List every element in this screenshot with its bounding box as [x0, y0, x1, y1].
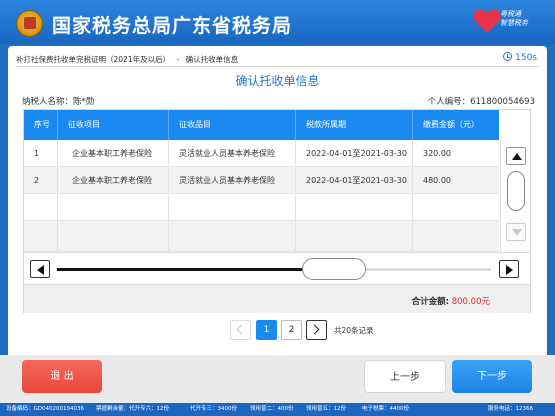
collection-table: 序号 征收项目 征收品目 税款所属期 缴费金额（元） 1 企业基本职工养老保险 … — [23, 109, 531, 313]
e-ticket: 电子税票：4400份 — [362, 406, 409, 412]
total-row: 合计金额: 800.00元 — [24, 284, 530, 313]
app-header: 国家税务总局广东省税务局 粤税通 智慧税务 — [0, 0, 555, 44]
column-header: 缴费金额（元） — [423, 120, 479, 129]
taxpayer-info: 纳税人名称：陈*勋 — [22, 95, 94, 107]
action-bar: 退 出 上一步 下一步 — [0, 355, 555, 403]
taxpayer-name: 陈*勋 — [73, 97, 95, 107]
cell-category: 灵活就业人员基本养老保险 — [169, 167, 296, 194]
header-divider — [16, 66, 539, 67]
personal-number-label: 个人编号： — [427, 97, 471, 107]
scroll-left-button[interactable] — [30, 260, 50, 278]
page-button-2[interactable]: 2 — [281, 320, 302, 340]
scroll-down-button[interactable] — [506, 223, 526, 241]
total-label: 合计金额: — [411, 297, 450, 307]
countdown-value: 150s — [515, 53, 537, 63]
column-header: 征收项目 — [58, 110, 169, 140]
prev-page-button[interactable] — [230, 320, 251, 340]
table-row[interactable]: 2 企业基本职工养老保险 灵活就业人员基本养老保险 2022-04-01至202… — [24, 167, 499, 194]
column-header: 征收品目 — [169, 110, 296, 140]
record-count: 共20条记录 — [334, 326, 374, 335]
arrow-up-icon — [512, 153, 522, 160]
cell-item: 企业基本职工养老保险 — [58, 167, 169, 194]
clock-icon — [503, 52, 513, 61]
table-row[interactable]: 1 企业基本职工养老保险 灵活就业人员基本养老保险 2022-04-01至202… — [24, 140, 499, 167]
cell-item: 企业基本职工养老保险 — [58, 140, 169, 167]
horizontal-scroll-track[interactable] — [57, 268, 491, 271]
arrow-down-icon — [512, 229, 522, 236]
chevron-left-icon — [236, 324, 247, 335]
logo-text-line2: 智慧税务 — [500, 19, 528, 27]
ticket-special-3: 代开专三：3400份 — [190, 406, 237, 412]
pagination: 1 2 共20条记录 — [8, 320, 547, 342]
heart-logo-icon — [474, 10, 500, 34]
cell-index: 1 — [24, 140, 58, 167]
column-header: 序号 — [24, 110, 58, 140]
ticket-normal-2: 领用普二：400份 — [250, 406, 294, 412]
next-page-button[interactable] — [306, 320, 327, 340]
cell-category: 灵活就业人员基本养老保险 — [169, 140, 296, 167]
column-header: 税款所属期 — [296, 110, 413, 140]
logo-text-line1: 粤税通 — [500, 10, 521, 18]
service-phone: 服务电话：12366 — [488, 406, 533, 412]
exit-button[interactable]: 退 出 — [22, 360, 102, 393]
ticket-normal-5: 领用普五：12份 — [306, 406, 346, 412]
previous-step-button[interactable]: 上一步 — [364, 360, 446, 393]
page-button-1[interactable]: 1 — [256, 320, 277, 340]
chevron-right-icon — [309, 324, 320, 335]
table-row-empty — [24, 194, 499, 221]
horizontal-scroll-progress — [57, 268, 335, 271]
page-title: 确认托收单信息 — [235, 74, 320, 88]
breadcrumb-service: 补打社保费托收单完税证明（2021年及以后） — [16, 55, 171, 64]
scroll-right-button[interactable] — [499, 260, 519, 278]
breadcrumb: 补打社保费托收单完税证明（2021年及以后） - 确认托收单信息 — [16, 54, 238, 65]
ticket-remaining: 票据剩余量：代开专六：12份 — [96, 406, 169, 412]
taxpayer-label: 纳税人名称： — [22, 97, 74, 107]
arrow-right-icon — [506, 265, 513, 275]
horizontal-scroll-thumb[interactable] — [302, 258, 366, 280]
table-header: 序号 征收项目 征收品目 税款所属期 缴费金额（元） — [24, 110, 499, 140]
brand-logo: 粤税通 智慧税务 — [474, 8, 544, 38]
cell-amount: 320.00 — [423, 149, 451, 158]
main-panel: 补打社保费托收单完税证明（2021年及以后） - 确认托收单信息 150s 确认… — [8, 46, 547, 364]
personal-number-info: 个人编号：611800054693 — [428, 95, 535, 107]
cell-period: 2022-04-01至2021-03-30 — [296, 167, 413, 194]
app-title: 国家税务总局广东省税务局 — [52, 15, 293, 37]
countdown-timer: 150s — [503, 52, 537, 63]
total-unit: 元 — [481, 297, 490, 307]
cell-period: 2022-04-01至2021-03-30 — [296, 140, 413, 167]
scroll-up-button[interactable] — [506, 147, 526, 165]
cell-amount: 480.00 — [423, 176, 451, 185]
vertical-scroll-thumb[interactable] — [507, 171, 525, 211]
personal-number: 611800054693 — [470, 97, 535, 107]
vertical-scrollbar[interactable] — [500, 140, 530, 252]
total-amount: 800.00 — [451, 297, 482, 307]
breadcrumb-separator: - — [176, 55, 180, 64]
device-code: 设备编码：GD040200104036 — [6, 406, 84, 412]
tax-emblem-icon — [16, 10, 43, 37]
arrow-left-icon — [37, 265, 44, 275]
table-row-empty — [24, 221, 499, 252]
cell-index: 2 — [24, 167, 58, 194]
next-step-button[interactable]: 下一步 — [452, 360, 532, 393]
breadcrumb-step: 确认托收单信息 — [185, 55, 239, 64]
status-bar: 设备编码：GD040200104036 票据剩余量：代开专六：12份 代开专三：… — [0, 403, 555, 416]
horizontal-scrollbar[interactable] — [24, 252, 530, 284]
